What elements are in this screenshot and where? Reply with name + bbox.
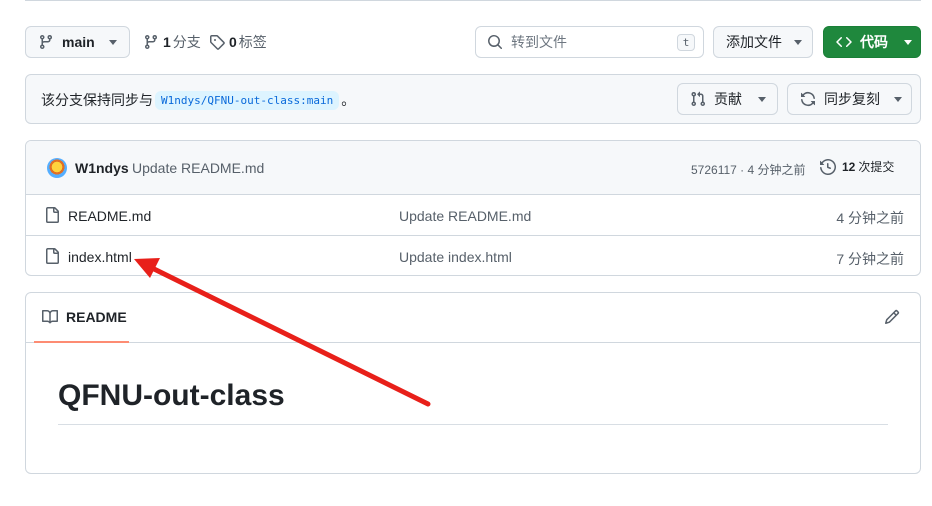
sync-fork-button[interactable]: 同步复刻: [787, 83, 912, 115]
avatar[interactable]: [47, 158, 67, 178]
readme-title-divider: [58, 424, 888, 425]
code-icon: [836, 36, 852, 48]
chevron-down-icon: [894, 96, 902, 102]
chevron-down-icon: [108, 39, 117, 45]
repo-toolbar: main 1 分支 0 标签 转到文件 t 添加文件 代码: [25, 26, 921, 58]
search-icon: [488, 35, 503, 50]
keyboard-shortcut-hint: t: [677, 34, 695, 51]
tags-link[interactable]: 0 标签: [209, 26, 267, 58]
readme-panel: README QFNU-out-class: [25, 292, 921, 474]
contribute-label: 贡献: [714, 91, 742, 107]
code-button[interactable]: 代码: [823, 26, 921, 58]
chevron-down-icon: [758, 96, 766, 102]
table-row[interactable]: README.md Update README.md 4 分钟之前: [26, 195, 920, 236]
go-to-file-input[interactable]: 转到文件 t: [475, 26, 704, 58]
file-commit-message[interactable]: Update index.html: [399, 249, 512, 265]
sync-trailing: 。: [341, 92, 356, 108]
book-icon: [42, 309, 58, 324]
history-icon: [820, 158, 836, 175]
fork-sync-status: 该分支保持同步与 W1ndys/QFNU-out-class:main 。 贡献…: [25, 74, 921, 124]
branch-select-button[interactable]: main: [25, 26, 130, 58]
tag-icon: [210, 35, 225, 50]
readme-header: README: [26, 293, 920, 343]
sync-message: 该分支保持同步与 W1ndys/QFNU-out-class:main 。: [41, 90, 355, 110]
commit-author[interactable]: W1ndys: [75, 160, 129, 176]
tab-readme[interactable]: README: [34, 293, 129, 343]
chevron-down-icon: [794, 39, 802, 45]
contribute-button[interactable]: 贡献: [677, 83, 778, 115]
add-file-button[interactable]: 添加文件: [713, 26, 813, 58]
file-name[interactable]: index.html: [68, 249, 132, 265]
git-branch-icon: [144, 35, 157, 50]
sync-icon: [801, 92, 815, 106]
branches-count: 1: [163, 34, 171, 50]
table-row[interactable]: index.html Update index.html 7 分钟之前: [26, 236, 920, 275]
commit-count: 12: [842, 159, 856, 174]
commit-count-label: 次提交: [858, 160, 895, 174]
file-name[interactable]: README.md: [68, 208, 151, 224]
file-icon: [46, 248, 59, 264]
tags-count: 0: [229, 34, 237, 50]
commit-message[interactable]: Update README.md: [132, 160, 264, 176]
commit-history-link[interactable]: 12 次提交: [820, 158, 894, 175]
file-age: 4 分钟之前: [836, 210, 904, 226]
sync-text: 该分支保持同步与: [41, 92, 153, 108]
tags-label: 标签: [238, 34, 267, 50]
commit-hash-time[interactable]: 5726117 · 4 分钟之前: [691, 161, 806, 178]
readme-title: QFNU-out-class: [58, 379, 285, 412]
git-pull-request-icon: [691, 91, 706, 107]
code-label: 代码: [860, 34, 888, 50]
search-placeholder: 转到文件: [511, 34, 567, 50]
readme-tab-label: README: [66, 309, 127, 325]
top-divider: [25, 0, 921, 1]
file-commit-message[interactable]: Update README.md: [399, 208, 531, 224]
file-icon: [46, 207, 59, 223]
chevron-down-icon: [904, 39, 912, 45]
file-age: 7 分钟之前: [836, 251, 904, 267]
file-list: W1ndys Update README.md 5726117 · 4 分钟之前…: [25, 140, 921, 276]
sync-fork-label: 同步复刻: [824, 91, 880, 107]
git-branch-icon: [39, 35, 52, 50]
branch-name: main: [62, 34, 95, 50]
upstream-branch-link[interactable]: W1ndys/QFNU-out-class:main: [155, 90, 340, 110]
pencil-icon[interactable]: [884, 309, 900, 325]
latest-commit-row: W1ndys Update README.md 5726117 · 4 分钟之前…: [26, 141, 920, 195]
add-file-label: 添加文件: [726, 34, 782, 50]
branches-label: 分支: [172, 34, 201, 50]
branches-link[interactable]: 1 分支: [143, 26, 201, 58]
